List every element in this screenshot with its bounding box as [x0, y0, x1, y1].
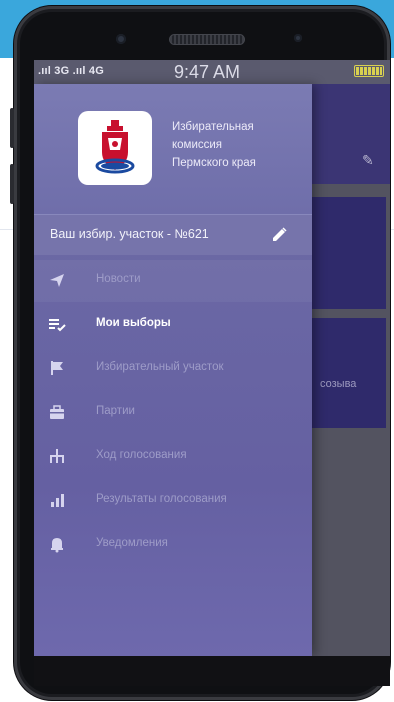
phone-nav-area	[34, 656, 390, 686]
commission-logo	[78, 111, 152, 185]
navigation-drawer: Избирательная комиссия Пермского края Ва…	[34, 84, 312, 656]
bell-icon	[51, 538, 63, 553]
sensor-icon	[294, 34, 302, 42]
precinct-label: Ваш избир. участок - №621	[50, 227, 209, 241]
front-camera-icon	[116, 34, 126, 44]
menu-item-polling-station[interactable]: Избирательный участок	[34, 348, 312, 390]
bar-chart-icon	[51, 494, 64, 507]
menu-item-parties[interactable]: Партии	[34, 392, 312, 434]
menu-item-label: Мои выборы	[96, 317, 171, 329]
app-card[interactable]	[304, 318, 386, 428]
org-name-line: комиссия	[172, 139, 223, 151]
org-name-line: Пермского края	[172, 157, 256, 169]
pencil-icon[interactable]	[270, 226, 288, 244]
app-card[interactable]	[304, 197, 386, 309]
power-button	[10, 164, 14, 204]
menu-item-news[interactable]: Новости	[34, 260, 312, 302]
drawer-header: Избирательная комиссия Пермского края	[34, 84, 312, 214]
status-time: 9:47 AM	[174, 62, 241, 82]
battery-icon	[354, 65, 384, 77]
menu-item-voting-results[interactable]: Результаты голосования	[34, 480, 312, 522]
menu-item-label: Избирательный участок	[96, 361, 224, 373]
app-card-text: созыва	[320, 378, 357, 390]
menu-item-label: Ход голосования	[96, 449, 187, 461]
phone-screen: .ııl 3G .ııl 4G 9:47 AM ✎ созыва Избират…	[34, 60, 390, 656]
menu-item-label: Уведомления	[96, 537, 168, 549]
status-bar: .ııl 3G .ııl 4G 9:47 AM	[34, 60, 390, 84]
app-edit-icon[interactable]: ✎	[362, 152, 374, 169]
precinct-row[interactable]: Ваш избир. участок - №621	[34, 214, 312, 255]
menu-item-voting-progress[interactable]: Ход голосования	[34, 436, 312, 478]
organization-name: Избирательная комиссия Пермского края	[172, 118, 292, 172]
send-icon	[50, 274, 64, 287]
earpiece-speaker	[169, 34, 245, 45]
menu-item-label: Новости	[96, 273, 141, 285]
network-indicator: .ııl 3G .ııl 4G	[38, 65, 104, 77]
crest-icon	[95, 120, 135, 174]
menu-item-label: Партии	[96, 405, 135, 417]
tree-icon	[50, 449, 64, 463]
org-name-line: Избирательная	[172, 121, 254, 133]
menu-item-my-elections[interactable]: Мои выборы	[34, 304, 312, 346]
menu-item-notifications[interactable]: Уведомления	[34, 524, 312, 566]
checklist-icon	[49, 319, 66, 332]
briefcase-icon	[50, 405, 64, 419]
volume-button	[10, 108, 14, 148]
menu-item-label: Результаты голосования	[96, 493, 227, 505]
flag-icon	[51, 361, 63, 375]
